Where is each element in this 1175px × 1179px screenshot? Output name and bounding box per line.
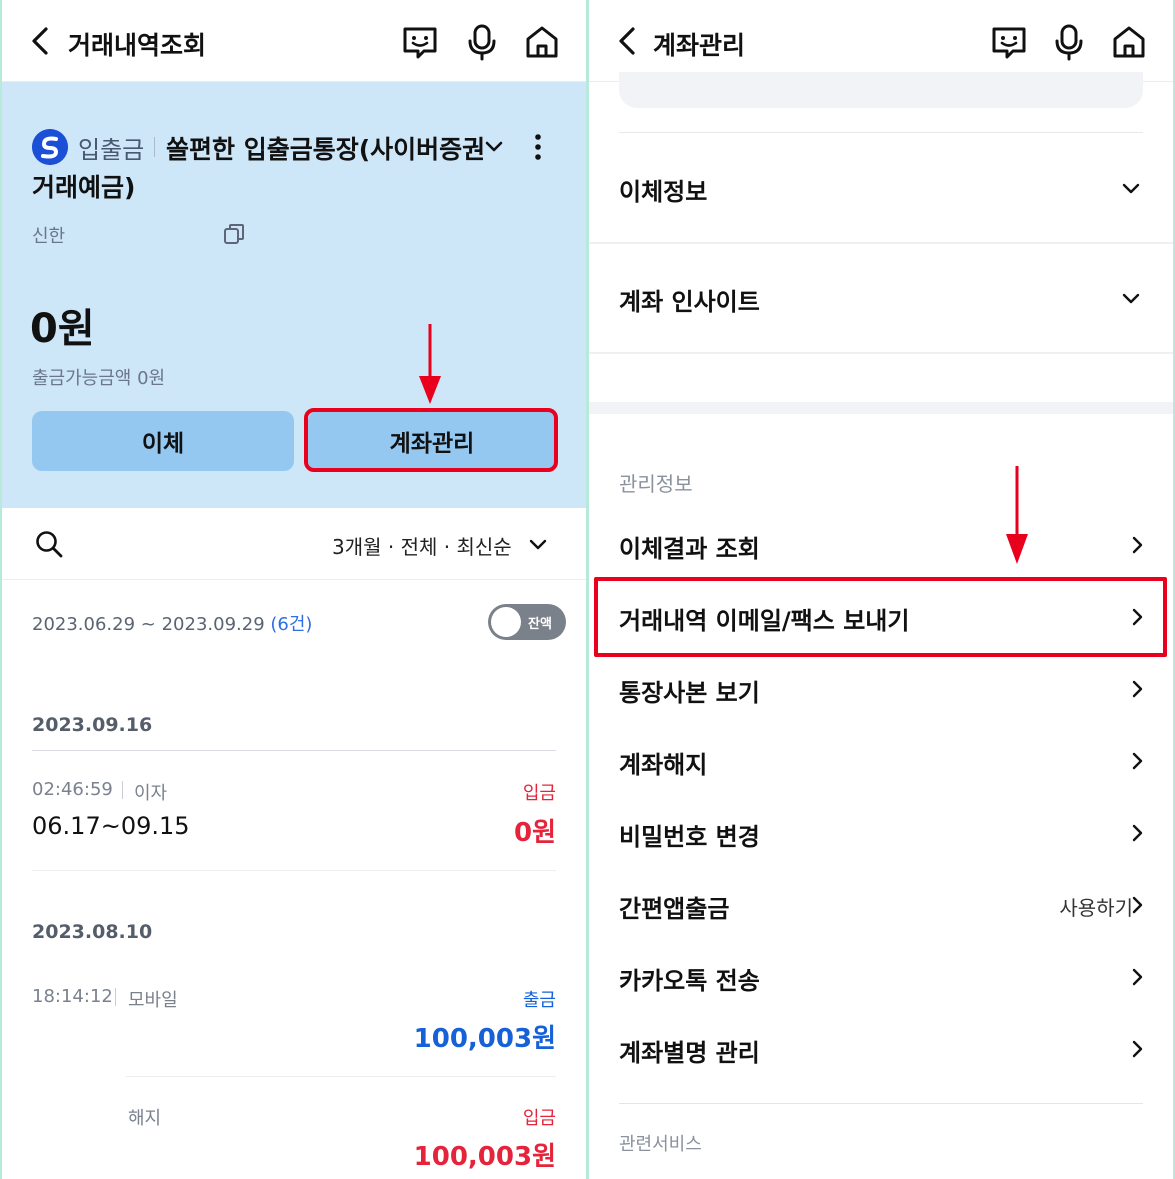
- account-summary: 입출금 쏠편한 입출금통장(사이버증권 거래예금) 신한 0원 출금가능금액 0…: [2, 82, 586, 508]
- chevron-down-icon: [1122, 293, 1140, 304]
- page-title: 계좌관리: [653, 31, 746, 60]
- menu-label: 통장사본 보기: [619, 679, 760, 707]
- accordion-transfer-info[interactable]: 이체정보: [589, 134, 1173, 244]
- chevron-right-icon: [1132, 968, 1143, 986]
- menu-label: 계좌별명 관리: [619, 1039, 760, 1067]
- transaction-kind: 출금: [522, 990, 556, 1011]
- highlight-box: [594, 577, 1167, 657]
- chevron-down-icon[interactable]: [526, 532, 550, 556]
- menu-kakaotalk-send[interactable]: 카카오톡 전송: [589, 941, 1173, 1013]
- menu-side-label: 사용하기: [1059, 896, 1133, 920]
- search-icon[interactable]: [34, 529, 64, 559]
- copy-icon[interactable]: [222, 222, 246, 246]
- shinhan-logo-icon: [32, 129, 68, 165]
- transaction-time: 02:46:59: [32, 779, 113, 800]
- home-icon[interactable]: [1109, 22, 1149, 62]
- transaction-kind: 입금: [522, 1108, 556, 1129]
- menu-label: 이체결과 조회: [619, 535, 760, 563]
- microphone-icon[interactable]: [1049, 22, 1089, 62]
- transaction-title[interactable]: 06.17~09.15: [32, 812, 190, 840]
- collapsed-card: [619, 72, 1143, 108]
- chatbot-icon[interactable]: [400, 22, 440, 62]
- back-icon[interactable]: [611, 24, 645, 58]
- section-gap: [589, 402, 1173, 414]
- divider: [32, 870, 556, 871]
- back-icon[interactable]: [24, 24, 58, 58]
- balance-toggle[interactable]: 잔액: [488, 604, 566, 640]
- red-arrow-icon: [1006, 466, 1028, 564]
- date-header: 2023.09.16: [32, 714, 153, 736]
- transaction-kind: 입금: [522, 783, 556, 804]
- account-management-screen: 계좌관리 이체정보 계좌 인사이트 관리정보 이체결과 조회 거래내역 이메일/…: [589, 0, 1173, 1179]
- accordion-label: 계좌 인사이트: [619, 288, 760, 316]
- account-balance: 0원: [30, 306, 95, 352]
- chevron-down-icon[interactable]: [482, 134, 506, 158]
- divider: [619, 1103, 1143, 1104]
- menu-account-nickname[interactable]: 계좌별명 관리: [589, 1013, 1173, 1085]
- divider: [126, 1076, 556, 1077]
- menu-label: 계좌해지: [619, 751, 708, 779]
- transaction-desc: 해지: [128, 1108, 162, 1129]
- transaction-amount: 100,003원: [413, 1024, 556, 1054]
- toggle-knob: [491, 607, 521, 637]
- chevron-right-icon: [1132, 824, 1143, 842]
- account-name[interactable]: 쏠편한 입출금통장(사이버증권: [166, 130, 485, 166]
- chevron-right-icon: [1132, 752, 1143, 770]
- menu-close-account[interactable]: 계좌해지: [589, 725, 1173, 797]
- menu-label: 비밀번호 변경: [619, 823, 760, 851]
- microphone-icon[interactable]: [462, 22, 502, 62]
- account-type: 입출금: [78, 136, 145, 164]
- section-label: 관리정보: [619, 472, 693, 496]
- divider: [619, 132, 1143, 133]
- accordion-account-insight[interactable]: 계좌 인사이트: [589, 244, 1173, 354]
- chevron-right-icon: [1132, 680, 1143, 698]
- transaction-count: (6건): [270, 614, 313, 635]
- transaction-list: 2023.06.29 ~ 2023.09.29 (6건) 잔액 2023.09.…: [2, 580, 586, 1179]
- transaction-amount: 0원: [513, 818, 556, 848]
- type-divider: [154, 137, 155, 157]
- field-divider: [122, 781, 123, 799]
- transaction-amount: 100,003원: [413, 1142, 556, 1172]
- menu-simple-app-withdrawal[interactable]: 간편앱출금 사용하기: [589, 869, 1173, 941]
- related-services-label: 관련서비스: [619, 1134, 702, 1155]
- menu-transfer-result[interactable]: 이체결과 조회: [589, 509, 1173, 581]
- account-name-continued[interactable]: 거래예금): [32, 168, 135, 204]
- menu-bankbook-copy[interactable]: 통장사본 보기: [589, 653, 1173, 725]
- transfer-button[interactable]: 이체: [32, 411, 294, 471]
- transaction-history-screen: 거래내역조회 입출금 쏠편한 입출금통장(사이버증권 거래예금) 신한 0원 출…: [2, 0, 586, 1179]
- home-icon[interactable]: [522, 22, 562, 62]
- date-header: 2023.08.10: [32, 921, 153, 943]
- top-bar: 계좌관리: [589, 0, 1173, 82]
- red-arrow-icon: [419, 324, 441, 404]
- page-title: 거래내역조회: [68, 31, 207, 60]
- field-divider: [115, 988, 116, 1006]
- highlight-box: [304, 408, 558, 472]
- management-content: 이체정보 계좌 인사이트 관리정보 이체결과 조회 거래내역 이메일/팩스 보내…: [589, 72, 1173, 1179]
- bank-name: 신한: [32, 226, 66, 247]
- top-bar: 거래내역조회: [2, 0, 586, 82]
- divider: [32, 750, 556, 751]
- menu-change-password[interactable]: 비밀번호 변경: [589, 797, 1173, 869]
- toggle-label: 잔액: [528, 617, 552, 632]
- menu-label: 카카오톡 전송: [619, 967, 760, 995]
- chevron-right-icon: [1132, 1040, 1143, 1058]
- chatbot-icon[interactable]: [989, 22, 1029, 62]
- chevron-right-icon: [1132, 536, 1143, 554]
- date-range: 2023.06.29 ~ 2023.09.29 (6건): [32, 614, 313, 635]
- accordion-label: 이체정보: [619, 178, 708, 206]
- chevron-down-icon: [1122, 183, 1140, 194]
- available-balance: 출금가능금액 0원: [32, 368, 166, 389]
- transaction-desc: 이자: [134, 783, 168, 804]
- transaction-desc: 모바일: [128, 990, 178, 1011]
- chevron-right-icon: [1132, 896, 1143, 914]
- filter-bar: 3개월 · 전체 · 최신순: [2, 508, 586, 580]
- menu-label: 간편앱출금: [619, 895, 730, 923]
- transaction-time: 18:14:12: [32, 986, 113, 1007]
- filter-summary[interactable]: 3개월 · 전체 · 최신순: [332, 531, 512, 560]
- more-vertical-icon[interactable]: [528, 132, 548, 162]
